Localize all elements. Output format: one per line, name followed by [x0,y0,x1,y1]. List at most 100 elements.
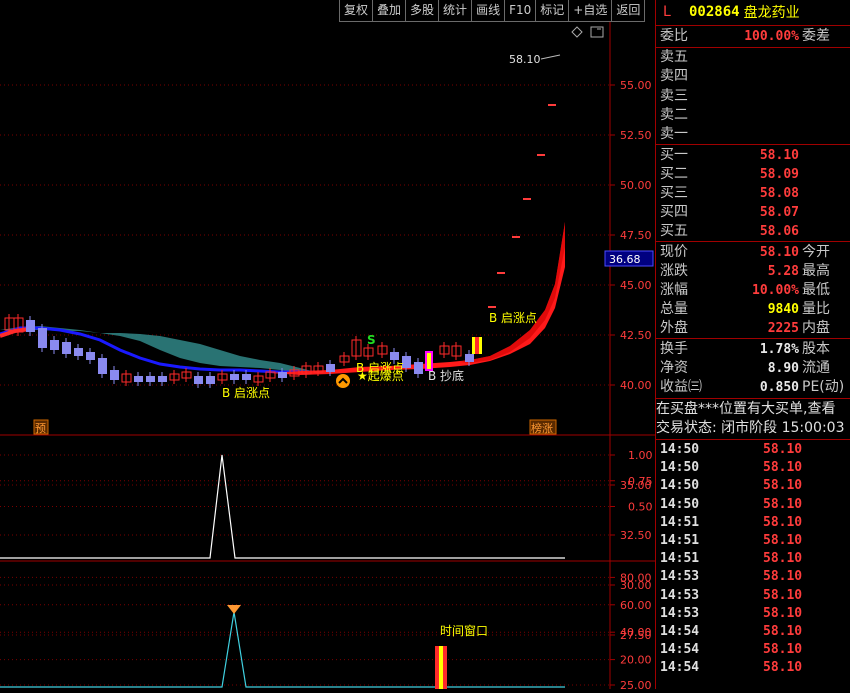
quote-price-row: 现价 58.10 今开 [656,243,850,262]
panel-toggle-icon[interactable] [590,26,604,38]
tick-time: 14:50 [660,496,700,512]
tick-time: 14:51 [660,551,700,567]
eps-value: 0.850 [759,380,799,395]
axis-tick-label: 40.00 [620,379,652,392]
ind2-axis-label: 60.00 [620,599,652,612]
candle-down [86,352,95,360]
sell5-row: 卖五 [656,48,850,67]
quote-outer-row: 外盘 2225 内盘 [656,319,850,338]
multi-stock-button[interactable]: 多股 [405,0,440,22]
buy4-price: 58.07 [759,205,799,220]
buy1-price: 58.10 [759,148,799,163]
axis-tick-label: 50.00 [620,179,652,192]
draw-line-button[interactable]: 画线 [471,0,506,22]
market-badge: L [663,4,671,20]
ind2-axis-label: 40.00 [620,626,652,639]
restore-rights-button[interactable]: 复权 [339,0,374,22]
candle-down [38,328,47,348]
eps-row: 收益㈢ 0.850 PE(动) [656,378,850,397]
stock-code[interactable]: 002864 [689,4,740,20]
quote-panel: L 002864 盘龙药业 委比 100.00% 委差 卖五 卖四 卖三 卖二 … [655,0,850,689]
diamond-icon[interactable] [571,26,583,38]
tick-price: 58.10 [763,624,803,639]
add-watchlist-button[interactable]: +自选 [568,0,613,22]
tick-row: 14:54 58.10 [656,641,850,659]
pe-label: PE(动) [802,379,845,395]
candle-down [50,340,59,350]
tick-price: 58.10 [763,660,803,676]
statistics-button[interactable]: 统计 [438,0,473,22]
candle-down [390,352,399,360]
tick-row: 14:54 58.10 [656,623,850,641]
candle-down [98,358,107,374]
high-label: 最高 [802,263,830,279]
tick-row: 14:53 58.10 [656,587,850,605]
notice-text[interactable]: 在买盘***位置有大买单,查看 [656,400,850,419]
tick-price: 58.10 [763,514,803,530]
tick-time: 14:50 [660,442,700,457]
stock-header: L 002864 盘龙药业 [656,0,850,24]
ind1-axis-label: 0.75 [628,475,653,488]
candle-down [242,374,251,380]
turnover-row: 换手 1.78% 股本 [656,340,850,359]
f10-button[interactable]: F10 [504,0,537,22]
axis-tick-label: 42.50 [620,329,652,342]
candle-down [230,374,239,380]
ind1-axis-label: 1.00 [628,449,653,462]
outer-label: 外盘 [660,320,688,336]
tick-row: 14:51 58.10 [656,532,850,550]
sell1-row: 卖一 [656,125,850,144]
overlay-button[interactable]: 叠加 [372,0,407,22]
outer-value: 2225 [767,321,799,336]
pct-label: 涨幅 [660,282,688,298]
tick-time: 14:50 [660,478,700,494]
price-value: 58.10 [759,245,799,260]
inner-label: 内盘 [802,320,830,336]
tick-price: 58.10 [763,478,803,494]
weibi-value: 100.00% [744,29,799,44]
candle-down [194,376,203,384]
mark-button[interactable]: 标记 [535,0,570,22]
back-button[interactable]: 返回 [611,0,646,22]
kline-chart-area[interactable]: 55.00 52.50 50.00 47.50 45.00 42.50 40.00 35.00… [0,22,655,692]
buy5-label: 买五 [660,223,688,239]
buy2-row: 买二 58.09 [656,165,850,184]
tick-time: 14:53 [660,587,700,603]
buy5-row: 买五 58.06 [656,222,850,241]
sell3-row: 卖三 [656,87,850,106]
net-assets-row: 净资 8.90 流通 [656,359,850,378]
tick-price: 58.10 [763,551,803,567]
tick-price: 58.10 [763,605,803,621]
tick-price: 58.10 [763,587,803,603]
trend-band-teal [0,326,320,373]
axis-tick-label: 55.00 [620,79,652,92]
tick-time: 14:54 [660,660,700,676]
candle-down [74,348,83,356]
buy4-row: 买四 58.07 [656,203,850,222]
quote-change-row: 涨跌 5.28 最高 [656,262,850,281]
current-price-tag-text: 36.68 [609,253,641,266]
tick-price: 58.10 [763,569,803,585]
annotation-qibao: ★起爆点 [357,369,404,383]
net-assets-label: 净资 [660,360,688,376]
stock-name[interactable]: 盘龙药业 [744,2,800,22]
candle-down [278,372,287,378]
capital-label: 股本 [802,341,830,357]
change-value: 5.28 [767,264,799,279]
candle-down [158,376,167,382]
trade-status: 交易状态: 闭市阶段 15:00:03 [656,420,845,436]
tick-time: 14:54 [660,624,700,639]
volume-ratio-label: 量比 [802,301,830,317]
net-assets-value: 8.90 [767,361,799,376]
tick-time: 14:53 [660,569,700,585]
buy5-price: 58.06 [759,224,799,239]
trend-band-red [270,222,565,375]
turnover-label: 换手 [660,341,688,357]
axis-tick-label: 52.50 [620,129,652,142]
low-label: 最低 [802,282,830,298]
annotation-b-start-1: B 启涨点 [489,310,537,325]
axis-tick-label: 32.50 [620,529,652,542]
weibi-label: 委比 [660,28,688,44]
ind2-time-window-label: 时间窗口 [440,624,488,638]
candle-down [326,364,335,372]
